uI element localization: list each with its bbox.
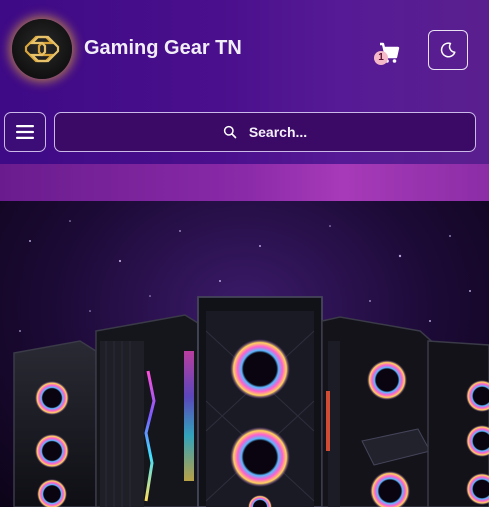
site-header: Gaming Gear TN 1 Search... [0,0,489,164]
brand-title[interactable]: Gaming Gear TN [84,37,242,60]
gs-monogram-logo-icon[interactable] [12,19,72,79]
logo-mark [24,35,60,63]
hero-top-strip [0,164,489,201]
pc-cases-showcase-image [0,201,489,507]
search-icon [223,125,237,139]
theme-toggle-button[interactable] [428,30,468,70]
pc-case-right [321,316,439,507]
pc-case-left [13,340,97,507]
search-input[interactable]: Search... [54,112,476,152]
hero-illustration [13,220,489,507]
pc-case-far-right [427,340,489,507]
menu-button[interactable] [4,112,46,152]
cart-button[interactable]: 1 [372,38,402,68]
search-placeholder: Search... [248,124,308,140]
pc-case-second [95,314,199,507]
cart-count-badge: 1 [374,51,388,65]
moon-icon [440,42,456,58]
pc-case-center [197,296,323,507]
hamburger-icon [16,125,34,139]
